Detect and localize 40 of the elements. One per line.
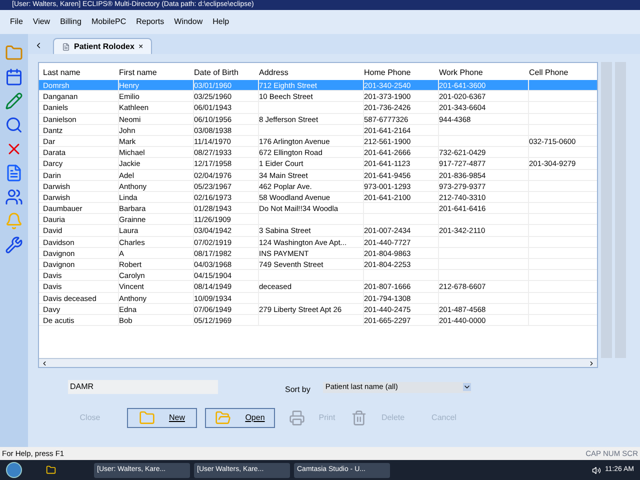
wrench-icon[interactable] xyxy=(5,236,23,254)
menu-item[interactable]: Billing xyxy=(60,16,82,28)
search-field[interactable]: DAMR xyxy=(68,380,218,394)
open-button[interactable]: Open xyxy=(205,408,275,428)
trash-icon xyxy=(351,410,368,426)
printer-icon xyxy=(288,410,305,426)
column-header[interactable]: Address xyxy=(259,67,364,79)
speaker-icon[interactable] xyxy=(592,466,601,474)
pencil-icon[interactable] xyxy=(5,92,23,110)
chevron-right-icon[interactable] xyxy=(588,360,595,366)
dropdown-arrow-icon xyxy=(463,383,472,391)
horizontal-scrollbar[interactable] xyxy=(39,358,597,367)
menu-item[interactable]: Window xyxy=(174,16,203,28)
calendar-icon[interactable] xyxy=(5,68,23,86)
people-icon[interactable] xyxy=(5,188,23,206)
tab[interactable]: Patient Rolodex × xyxy=(53,38,152,54)
column-header[interactable]: Date of Birth xyxy=(194,67,259,79)
folder-icon xyxy=(215,410,232,426)
search-icon[interactable] xyxy=(5,116,23,134)
column-header[interactable]: First name xyxy=(119,67,194,79)
column-header[interactable]: Last name xyxy=(43,67,119,79)
close-tab-button[interactable]: × xyxy=(138,40,144,52)
chevron-left-icon[interactable] xyxy=(41,360,48,366)
document-icon[interactable] xyxy=(5,164,23,182)
menu-item[interactable]: Help xyxy=(212,16,230,28)
start-button[interactable] xyxy=(6,462,22,478)
folder-icon[interactable] xyxy=(46,465,56,475)
column-header[interactable]: Home Phone xyxy=(364,67,439,79)
document-icon xyxy=(62,42,70,50)
new-button[interactable]: New xyxy=(127,408,197,428)
menu-item[interactable]: Reports xyxy=(136,16,164,28)
sort-label: Sort by xyxy=(285,384,310,396)
column-header[interactable]: Work Phone xyxy=(439,67,529,79)
chevron-left-icon[interactable] xyxy=(34,41,43,50)
menu-item[interactable]: File xyxy=(10,16,23,28)
menu-item[interactable]: MobilePC xyxy=(91,16,126,28)
tab-label: Patient Rolodex xyxy=(74,40,134,52)
menu-item[interactable]: View xyxy=(32,16,50,28)
column-header[interactable]: Cell Phone xyxy=(529,67,603,79)
folder-icon xyxy=(138,410,155,426)
